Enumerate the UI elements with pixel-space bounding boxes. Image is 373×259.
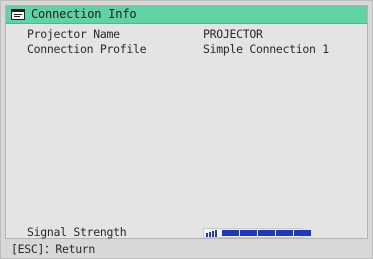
signal-strength-meter (203, 228, 311, 238)
title-bar: Connection Info (6, 6, 367, 24)
page-title: Connection Info (31, 7, 137, 21)
signal-bar-segment (222, 230, 239, 236)
connection-info-panel: Connection Info Projector Name PROJECTOR… (5, 5, 368, 239)
signal-bar-segment (294, 230, 311, 236)
window-icon (11, 9, 25, 20)
projector-name-label: Projector Name (27, 27, 120, 41)
signal-bar-segment (276, 230, 293, 236)
footer-bar: [ESC]：Return (5, 241, 368, 257)
projector-name-value: PROJECTOR (203, 27, 263, 41)
signal-icon (206, 230, 217, 237)
esc-return-hint[interactable]: [ESC]：Return (11, 242, 95, 256)
connection-info-screen: Connection Info Projector Name PROJECTOR… (0, 0, 373, 259)
signal-strength-label: Signal Strength (27, 225, 127, 239)
connection-profile-label: Connection Profile (27, 42, 147, 56)
signal-bar-segment (258, 230, 275, 236)
connection-profile-value: Simple Connection 1 (203, 42, 329, 56)
signal-bar-segment (240, 230, 257, 236)
